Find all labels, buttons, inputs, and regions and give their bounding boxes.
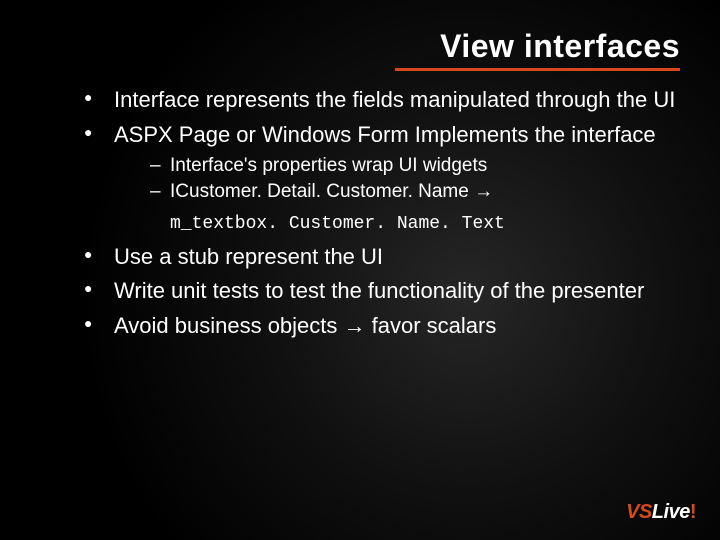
brand-logo: VSLive! — [626, 501, 696, 524]
sub-bullet-list: Interface's properties wrap UI widgets I… — [114, 153, 680, 204]
logo-part-live: Live — [652, 501, 690, 523]
bullet-text: ASPX Page or Windows Form Implements the… — [114, 122, 656, 147]
title-underline — [395, 68, 680, 71]
bullet-item: Avoid business objects → favor scalars — [80, 312, 680, 341]
slide-title: View interfaces — [440, 28, 680, 65]
slide: View interfaces Interface represents the… — [0, 0, 720, 540]
slide-body: Interface represents the fields manipula… — [80, 86, 680, 347]
bullet-item: Interface represents the fields manipula… — [80, 86, 680, 115]
sub-bullet-item: ICustomer. Detail. Customer. Name → — [114, 179, 680, 205]
bullet-list: Interface represents the fields manipula… — [80, 86, 680, 341]
bullet-item: Write unit tests to test the functionali… — [80, 277, 680, 306]
sub-bullet-item: Interface's properties wrap UI widgets — [114, 153, 680, 179]
logo-part-bang: ! — [690, 501, 696, 523]
logo-part-vs: VS — [626, 501, 652, 523]
bullet-item: Use a stub represent the UI — [80, 243, 680, 272]
code-line: m_textbox. Customer. Name. Text — [114, 212, 680, 236]
bullet-item: ASPX Page or Windows Form Implements the… — [80, 121, 680, 237]
